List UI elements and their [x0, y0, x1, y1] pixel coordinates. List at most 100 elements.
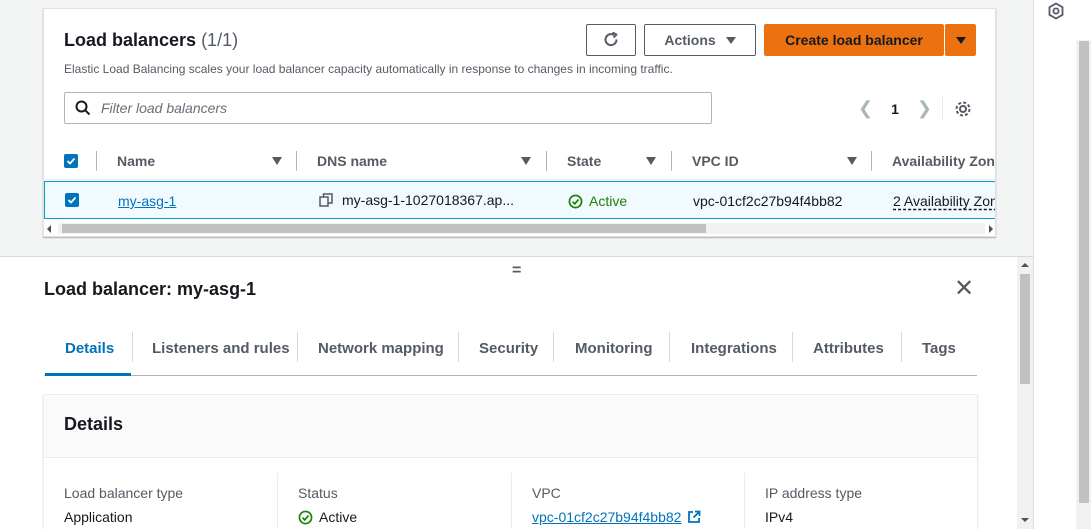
tab-network-mapping[interactable]: Network mapping	[318, 340, 444, 357]
caret-down-icon	[955, 36, 966, 44]
sort-icon[interactable]	[272, 157, 282, 165]
column-header-name[interactable]: Name	[117, 153, 155, 169]
tab-tags[interactable]: Tags	[922, 340, 956, 357]
filter-box[interactable]	[64, 92, 712, 124]
state-cell: Active	[568, 193, 627, 209]
search-icon	[75, 100, 91, 116]
field-divider	[277, 473, 278, 529]
scroll-left-icon[interactable]	[47, 225, 51, 233]
refresh-icon	[604, 31, 618, 47]
tab-divider	[458, 332, 459, 362]
panel-description: Elastic Load Balancing scales your load …	[64, 62, 673, 76]
dns-cell: my-asg-1-1027018367.ap...	[319, 192, 514, 208]
field-divider	[744, 473, 745, 529]
split-panel-scrollbar[interactable]	[1017, 257, 1033, 529]
column-header-az[interactable]: Availability Zones	[892, 153, 995, 169]
column-divider[interactable]	[546, 151, 547, 171]
drag-handle[interactable]: =	[512, 262, 521, 280]
sort-icon[interactable]	[847, 157, 857, 165]
tab-divider	[553, 332, 554, 362]
field-value-ip-type: IPv4	[765, 509, 794, 525]
field-divider	[511, 473, 512, 529]
load-balancers-panel: Load balancers (1/1) Elastic Load Balanc…	[43, 8, 996, 237]
scroll-thumb[interactable]	[62, 224, 706, 233]
current-page[interactable]: 1	[891, 101, 899, 117]
dns-name: my-asg-1-1027018367.ap...	[342, 192, 514, 208]
field-label-ip-type: IP address type	[765, 485, 863, 501]
column-divider	[96, 151, 97, 171]
column-header-state[interactable]: State	[567, 153, 601, 169]
vpc-id: vpc-01cf2c27b94f4bb82	[693, 193, 843, 209]
check-icon	[66, 157, 76, 165]
info-hexagon-icon	[1048, 2, 1064, 20]
field-label-vpc: VPC	[532, 485, 561, 501]
create-options-button[interactable]	[945, 24, 976, 56]
tab-security[interactable]: Security	[479, 340, 538, 357]
details-header: Details	[44, 395, 977, 458]
panel-title: Load balancers (1/1)	[64, 30, 238, 51]
actions-label: Actions	[664, 32, 716, 48]
split-panel: = Load balancer: my-asg-1 ✕ Details List…	[0, 256, 1033, 529]
create-label: Create load balancer	[785, 32, 923, 48]
prev-page-icon[interactable]: ❮	[858, 98, 873, 119]
status-text: Active	[319, 509, 358, 525]
split-panel-title: Load balancer: my-asg-1	[44, 279, 257, 299]
tab-monitoring[interactable]: Monitoring	[575, 340, 652, 357]
availability-zones[interactable]: 2 Availability Zones	[893, 193, 995, 209]
check-icon	[67, 196, 77, 204]
filter-input[interactable]	[101, 100, 711, 116]
tab-list: Details Listeners and rules Network mapp…	[44, 330, 977, 376]
details-container: Details Load balancer type Application S…	[43, 394, 978, 529]
tab-divider	[792, 332, 793, 362]
tab-listeners[interactable]: Listeners and rules	[152, 340, 290, 357]
tab-integrations[interactable]: Integrations	[691, 340, 777, 357]
page-scrollbar[interactable]	[1076, 40, 1091, 529]
field-label-status: Status	[298, 485, 338, 501]
tab-details[interactable]: Details	[65, 340, 114, 357]
close-icon[interactable]: ✕	[954, 277, 974, 301]
row-checkbox[interactable]	[65, 193, 79, 207]
state-text: Active	[589, 193, 628, 209]
copy-icon[interactable]	[319, 193, 333, 207]
right-rail	[1033, 0, 1091, 529]
column-divider[interactable]	[871, 151, 872, 171]
pagination: ❮ 1 ❯	[858, 98, 932, 119]
column-divider[interactable]	[296, 151, 297, 171]
scroll-up-icon[interactable]	[1021, 263, 1029, 267]
column-header-dns[interactable]: DNS name	[317, 153, 387, 169]
pager-divider	[942, 95, 943, 121]
split-scroll-thumb[interactable]	[1020, 274, 1030, 384]
select-all-checkbox[interactable]	[64, 154, 78, 168]
next-page-icon[interactable]: ❯	[917, 98, 932, 119]
tab-divider	[901, 332, 902, 362]
tab-attributes[interactable]: Attributes	[813, 340, 884, 357]
field-value-vpc[interactable]: vpc-01cf2c27b94f4bb82	[532, 509, 701, 525]
scroll-down-icon[interactable]	[1021, 518, 1029, 522]
refresh-button[interactable]	[586, 24, 636, 56]
help-panel-button[interactable]	[1047, 2, 1065, 23]
details-title: Details	[64, 414, 124, 434]
status-success-icon	[298, 510, 313, 524]
tab-divider	[669, 332, 670, 362]
gear-icon	[955, 101, 971, 117]
sort-icon[interactable]	[646, 157, 656, 165]
vpc-link[interactable]: vpc-01cf2c27b94f4bb82	[532, 509, 681, 525]
field-label-lb-type: Load balancer type	[64, 485, 184, 501]
column-divider[interactable]	[671, 151, 672, 171]
tab-divider	[132, 332, 133, 362]
status-success-icon	[568, 194, 583, 208]
active-tab-indicator	[45, 373, 131, 376]
field-value-lb-type: Application	[64, 509, 133, 525]
preferences-button[interactable]	[954, 100, 972, 121]
horizontal-scrollbar[interactable]	[44, 221, 995, 236]
actions-button[interactable]: Actions	[644, 24, 756, 56]
column-header-vpc[interactable]: VPC ID	[692, 153, 739, 169]
sort-icon[interactable]	[521, 157, 531, 165]
table-header: Name DNS name State VPC ID Availability …	[44, 142, 995, 180]
scroll-right-icon[interactable]	[989, 225, 993, 233]
tab-divider	[297, 332, 298, 362]
create-load-balancer-button[interactable]: Create load balancer	[764, 24, 944, 56]
table-row[interactable]: my-asg-1 my-asg-1-1027018367.ap... Activ…	[44, 181, 995, 219]
lb-name-link[interactable]: my-asg-1	[118, 193, 176, 209]
page-scroll-thumb[interactable]	[1079, 41, 1089, 503]
